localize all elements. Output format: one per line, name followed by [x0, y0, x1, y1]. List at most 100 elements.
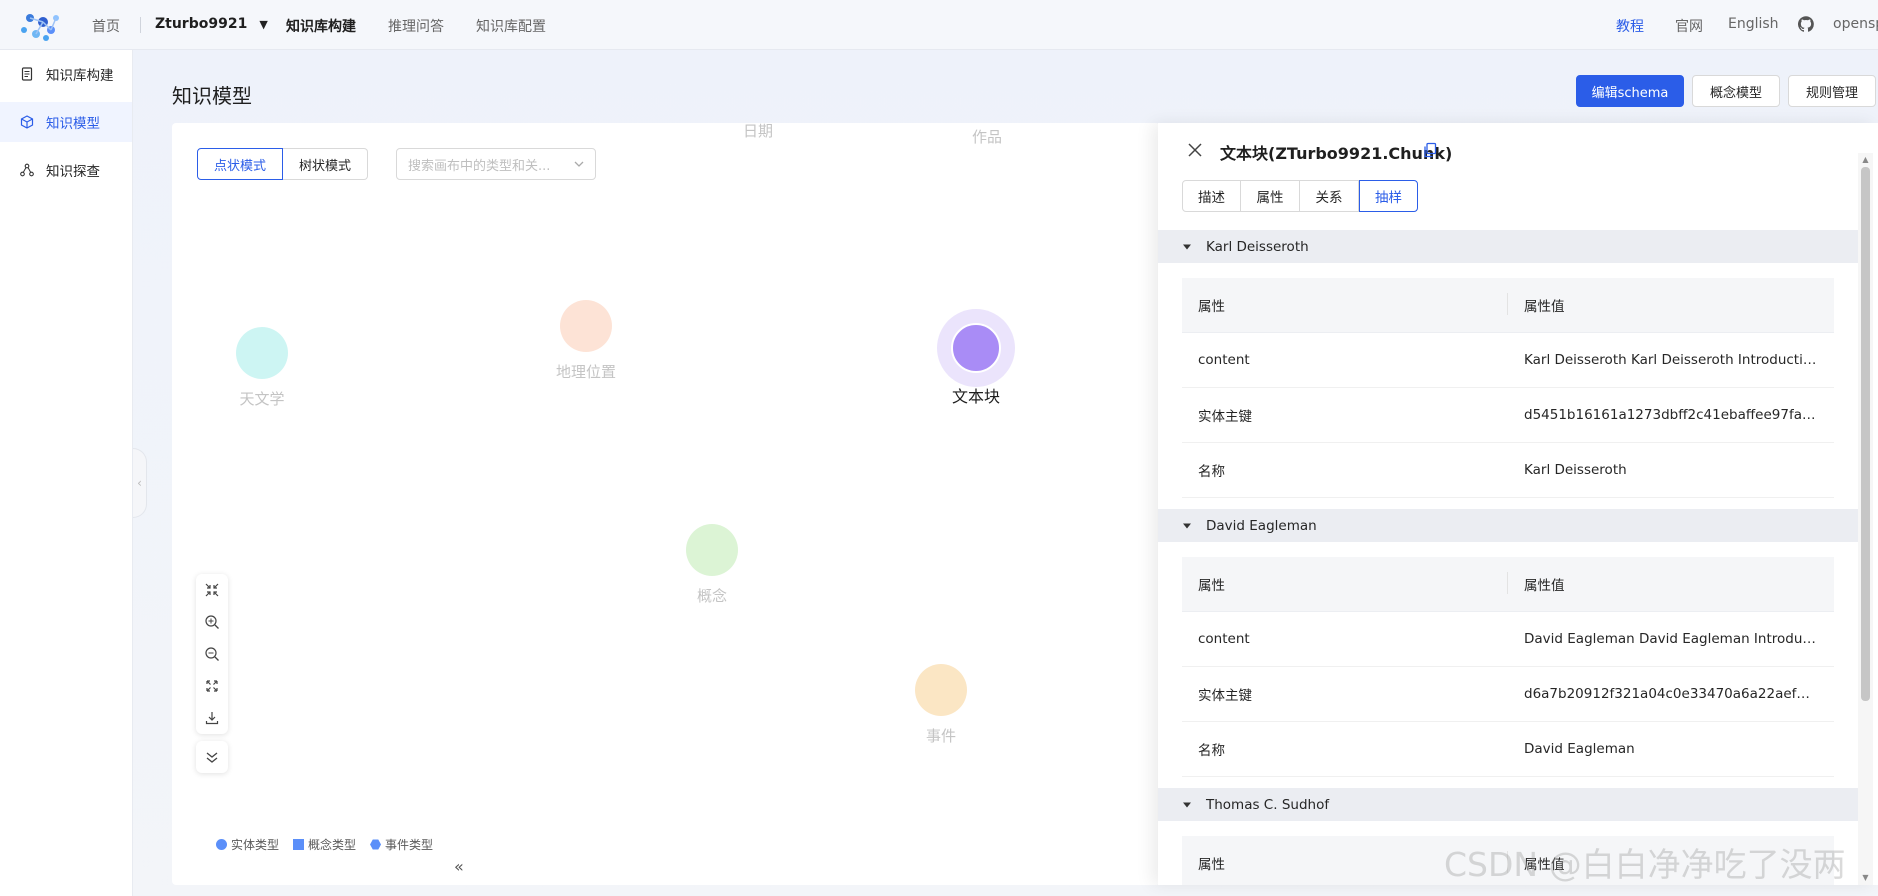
graph-legend: 实体类型 概念类型 事件类型: [216, 836, 433, 853]
close-icon[interactable]: [1186, 141, 1204, 159]
kb-selector-label: Zturbo9921: [155, 16, 248, 32]
watermark: CSDN @白白净净吃了没两: [1444, 845, 1846, 884]
nav-official-site[interactable]: 官网: [1675, 16, 1703, 36]
toolbar-expand-button[interactable]: [196, 741, 228, 773]
node-chunk[interactable]: [951, 323, 1001, 373]
double-chevron-down-icon: [206, 752, 218, 763]
property-key: 名称: [1198, 464, 1225, 480]
property-key: content: [1198, 352, 1250, 368]
hexagon-icon: [370, 839, 382, 850]
scroll-down-icon[interactable]: ▼: [1861, 873, 1870, 882]
panel-collapse-button[interactable]: «: [454, 857, 464, 876]
caret-down-icon: ▼: [259, 18, 268, 31]
cube-icon: [20, 115, 34, 129]
property-key: 实体主键: [1198, 409, 1252, 425]
edit-schema-button[interactable]: 编辑schema: [1576, 75, 1684, 107]
node-astronomy[interactable]: [236, 327, 288, 379]
graph-canvas[interactable]: 点状模式 树状模式 搜索画布中的类型和关... 日期 作品 天文学 地理位置 文…: [172, 123, 1160, 885]
kb-selector[interactable]: Zturbo9921 ▼: [155, 16, 268, 32]
chevron-down-icon: [574, 161, 584, 167]
table-header-row: 属性 属性值: [1182, 278, 1834, 333]
legend-event-type: 事件类型: [370, 836, 433, 853]
collapse-arrows-icon: [205, 583, 219, 597]
property-key: 名称: [1198, 743, 1225, 759]
caret-down-icon: [1183, 244, 1191, 249]
shrink-layout-button[interactable]: [196, 574, 228, 606]
rule-management-button[interactable]: 规则管理: [1788, 75, 1876, 107]
zoom-in-button[interactable]: [196, 606, 228, 638]
type-detail-drawer: 文本块(ZTurbo9921.Chunk) 描述 属性 关系 抽样 Karl D…: [1158, 123, 1878, 885]
page-title: 知识模型: [172, 84, 252, 108]
square-icon: [293, 839, 305, 850]
nav-kb-build[interactable]: 知识库构建: [286, 16, 356, 36]
sidebar-item-knowledge-explore[interactable]: 知识探查: [0, 150, 132, 190]
nav-reasoning-qa[interactable]: 推理问答: [388, 16, 444, 36]
nav-tutorial[interactable]: 教程: [1616, 16, 1644, 36]
zoom-in-icon: [205, 615, 219, 629]
table-row: 名称 Karl Deisseroth: [1182, 443, 1834, 498]
node-label-concept: 概念: [696, 587, 728, 605]
legend-entity-type: 实体类型: [216, 836, 279, 853]
sidebar-item-knowledge-model[interactable]: 知识模型: [0, 102, 132, 142]
top-navigation-bar: 首页 Zturbo9921 ▼ 知识库构建 推理问答 知识库配置 教程 官网 En…: [0, 0, 1878, 50]
node-location[interactable]: [560, 300, 612, 352]
fit-view-button[interactable]: [196, 670, 228, 702]
tab-properties[interactable]: 属性: [1241, 180, 1300, 212]
drawer-scrollbar[interactable]: ▲ ▼: [1858, 153, 1873, 885]
sidebar-item-label: 知识库构建: [46, 68, 114, 84]
app-logo[interactable]: [18, 8, 62, 42]
caret-down-icon: [1183, 802, 1191, 807]
dot-mode-button[interactable]: 点状模式: [197, 148, 284, 180]
zoom-out-button[interactable]: [196, 638, 228, 670]
node-label-date: 日期: [742, 123, 774, 140]
sample-table: 属性 属性值 content David Eagleman David Eagl…: [1182, 557, 1834, 777]
legend-label: 实体类型: [231, 838, 280, 852]
node-label-astronomy: 天文学: [239, 390, 285, 408]
nav-kb-config[interactable]: 知识库配置: [476, 16, 546, 36]
document-icon: [20, 67, 34, 81]
sample-table: 属性 属性值 content Karl Deisseroth Karl Deis…: [1182, 278, 1834, 498]
node-event[interactable]: [915, 664, 967, 716]
left-sidebar: 知识库构建 知识模型 知识探查: [0, 50, 133, 896]
canvas-toolbar: [196, 574, 228, 734]
table-row: 实体主键 d6a7b20912f321a04c0e33470a6a22aef82…: [1182, 667, 1834, 722]
nav-opensp[interactable]: opensp: [1833, 16, 1878, 32]
canvas-search-select[interactable]: 搜索画布中的类型和关...: [396, 148, 596, 180]
copy-icon[interactable]: [1422, 142, 1438, 158]
tab-relations[interactable]: 关系: [1300, 180, 1359, 212]
drawer-tabs: 描述 属性 关系 抽样: [1182, 180, 1418, 212]
concept-model-button[interactable]: 概念模型: [1692, 75, 1780, 107]
scrollbar-thumb[interactable]: [1861, 167, 1870, 701]
tab-sampling[interactable]: 抽样: [1359, 180, 1418, 212]
table-row: 实体主键 d5451b16161a1273dbff2c41ebaffee97fa…: [1182, 388, 1834, 443]
github-icon[interactable]: [1798, 16, 1814, 32]
nav-language[interactable]: English: [1728, 16, 1779, 32]
property-value: Karl Deisseroth Karl Deisseroth Introduc…: [1524, 352, 1834, 368]
caret-down-icon: [1183, 523, 1191, 528]
column-header-value: 属性值: [1524, 299, 1565, 315]
expand-arrows-icon: [206, 680, 218, 692]
sample-group-header[interactable]: Thomas C. Sudhof: [1158, 788, 1858, 821]
node-label-event: 事件: [925, 727, 957, 745]
graph-nodes-icon: [20, 163, 34, 177]
sidebar-item-label: 知识模型: [46, 116, 100, 132]
property-value: d6a7b20912f321a04c0e33470a6a22aef82583..…: [1524, 686, 1834, 702]
sidebar-item-kb-build[interactable]: 知识库构建: [0, 54, 132, 94]
download-button[interactable]: [196, 702, 228, 734]
table-row: 名称 David Eagleman: [1182, 722, 1834, 777]
tab-description[interactable]: 描述: [1182, 180, 1241, 212]
zoom-out-icon: [205, 647, 219, 661]
property-key: content: [1198, 631, 1250, 647]
table-row: content Karl Deisseroth Karl Deisseroth …: [1182, 333, 1834, 388]
scroll-up-icon[interactable]: ▲: [1861, 155, 1870, 164]
node-concept[interactable]: [686, 524, 738, 576]
sample-group-name: David Eagleman: [1206, 517, 1317, 534]
sidebar-collapse-toggle[interactable]: ‹: [133, 448, 147, 518]
sample-group-header[interactable]: Karl Deisseroth: [1158, 230, 1858, 263]
table-header-row: 属性 属性值: [1182, 557, 1834, 612]
property-value: Karl Deisseroth: [1524, 462, 1627, 478]
chevron-left-icon: ‹: [137, 476, 142, 490]
tree-mode-button[interactable]: 树状模式: [283, 148, 369, 180]
sample-group-header[interactable]: David Eagleman: [1158, 509, 1858, 542]
nav-home[interactable]: 首页: [92, 16, 120, 36]
